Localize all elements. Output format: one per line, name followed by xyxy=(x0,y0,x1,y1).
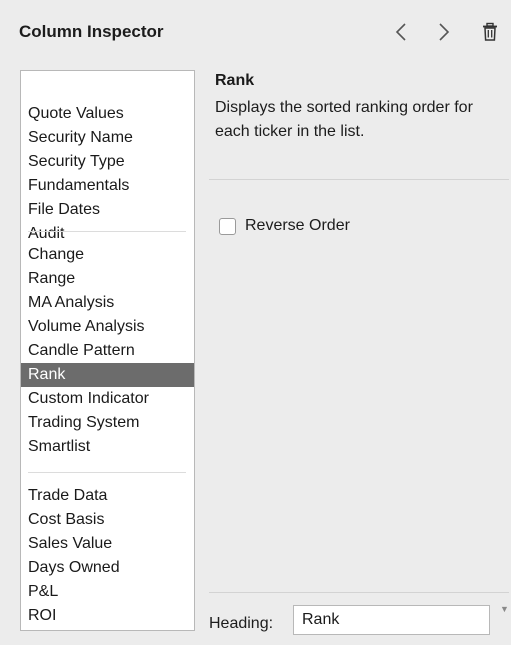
inspector-header: Column Inspector xyxy=(0,0,511,64)
list-item-days-owned[interactable]: Days Owned xyxy=(21,556,194,580)
group-divider xyxy=(28,472,186,473)
column-type-list[interactable]: Quote Values Security Name Security Type… xyxy=(20,70,195,631)
scroll-down-arrow[interactable]: ▼ xyxy=(500,604,509,614)
detail-title: Rank xyxy=(215,72,255,89)
list-item-security-type[interactable]: Security Type xyxy=(21,150,194,174)
list-item-sales-value[interactable]: Sales Value xyxy=(21,532,194,556)
list-item-custom-indicator[interactable]: Custom Indicator xyxy=(21,387,194,411)
delete-button[interactable] xyxy=(478,19,502,45)
list-item-security-name[interactable]: Security Name xyxy=(21,126,194,150)
divider xyxy=(209,592,509,593)
list-item-smartlist[interactable]: Smartlist xyxy=(21,435,194,459)
list-item-trade-data[interactable]: Trade Data xyxy=(21,484,194,508)
list-item-volume-analysis[interactable]: Volume Analysis xyxy=(21,315,194,339)
list-item-rank[interactable]: Rank xyxy=(21,363,194,387)
group-divider xyxy=(28,231,186,232)
panel-title: Column Inspector xyxy=(19,22,164,41)
list-item-fundamentals[interactable]: Fundamentals xyxy=(21,174,194,198)
list-item-quote-values[interactable]: Quote Values xyxy=(21,102,194,126)
forward-button[interactable] xyxy=(432,19,456,45)
list-item-ma-analysis[interactable]: MA Analysis xyxy=(21,291,194,315)
chevron-right-icon xyxy=(439,23,450,41)
list-item-change[interactable]: Change xyxy=(21,243,194,267)
detail-description: Displays the sorted ranking order for ea… xyxy=(215,99,473,140)
list-item-candle-pattern[interactable]: Candle Pattern xyxy=(21,339,194,363)
chevron-left-icon xyxy=(395,23,406,41)
back-button[interactable] xyxy=(389,19,413,45)
divider xyxy=(209,179,509,180)
list-item-pnl[interactable]: P&L xyxy=(21,580,194,604)
trash-icon xyxy=(483,22,497,41)
list-item-file-dates[interactable]: File Dates xyxy=(21,198,194,222)
reverse-order-option[interactable]: Reverse Order xyxy=(219,215,350,237)
list-item-roi[interactable]: ROI xyxy=(21,604,194,628)
heading-input[interactable] xyxy=(293,605,490,635)
list-item-cost-basis[interactable]: Cost Basis xyxy=(21,508,194,532)
list-item-trading-system[interactable]: Trading System xyxy=(21,411,194,435)
reverse-order-label: Reverse Order xyxy=(245,217,350,234)
heading-label: Heading: xyxy=(209,615,274,632)
detail-pane: Rank Displays the sorted ranking order f… xyxy=(209,70,509,635)
reverse-order-checkbox[interactable] xyxy=(219,217,236,235)
list-item-range[interactable]: Range xyxy=(21,267,194,291)
